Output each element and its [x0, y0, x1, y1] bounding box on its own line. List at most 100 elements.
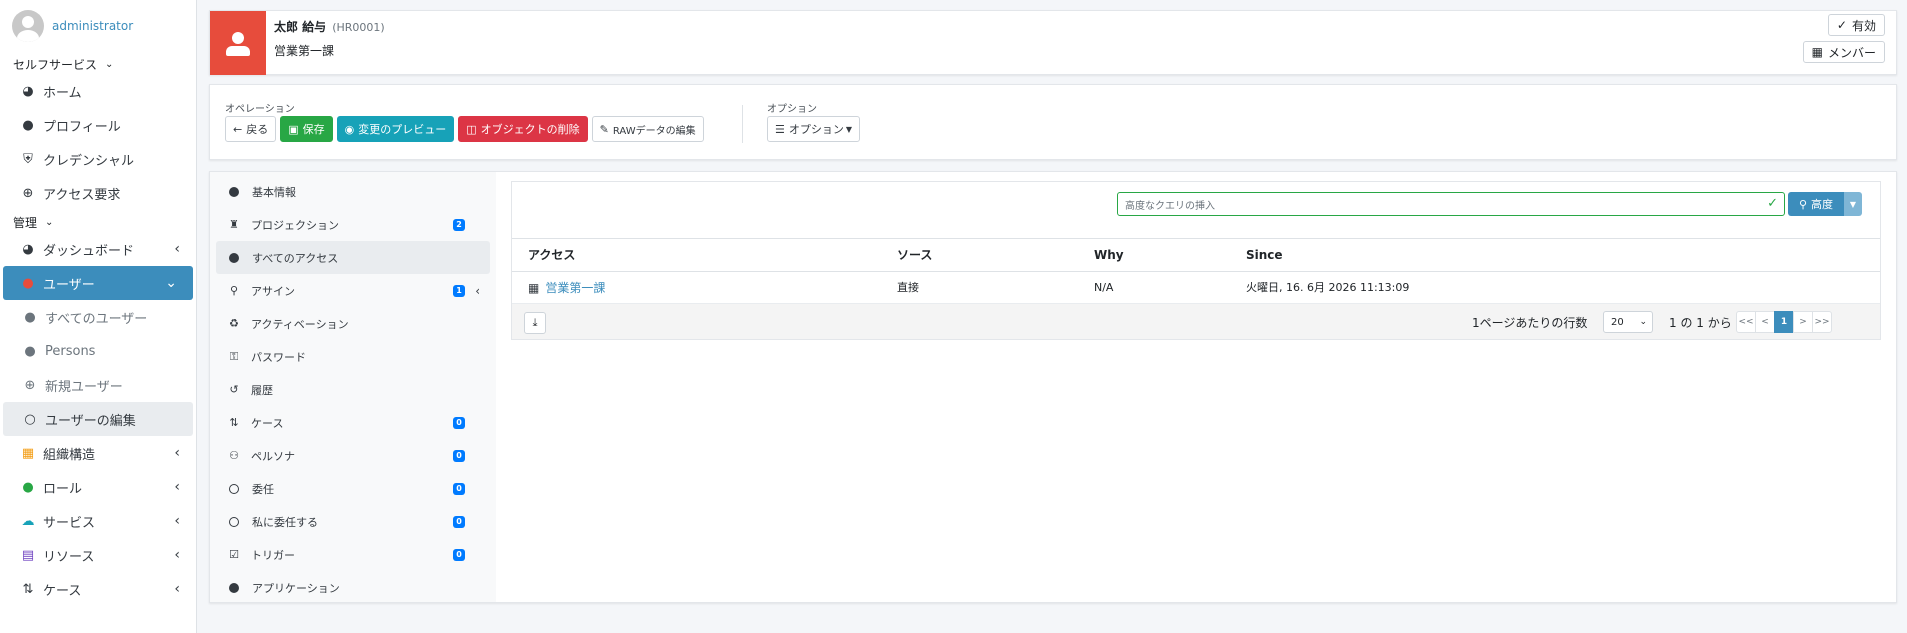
sidebar-item-access-request[interactable]: ⊕ アクセス要求: [0, 176, 196, 210]
plus-circle-icon: ⊕: [22, 185, 34, 201]
count-badge: 2: [453, 218, 465, 231]
save-button[interactable]: ▣ 保存: [280, 116, 333, 142]
page-1-button[interactable]: 1: [1774, 311, 1794, 333]
next-page-button[interactable]: >: [1793, 311, 1813, 333]
sidebar-item-persons[interactable]: ● Persons: [0, 334, 196, 368]
last-page-button[interactable]: >>: [1812, 311, 1832, 333]
nav-header-admin[interactable]: 管理 ⌄: [0, 212, 196, 232]
options-buttons: ☰ オプション ▼: [767, 116, 861, 142]
ring-icon: [229, 483, 239, 494]
search-input[interactable]: 高度なクエリの挿入 ✓: [1117, 192, 1785, 216]
operations-bar: オペレーション ← 戻る ▣ 保存 ◉ 変更のプレビュー ◫ オブジェクトの削除 ✎ RA…: [209, 84, 1897, 160]
column-header-access[interactable]: アクセス: [512, 239, 881, 272]
tab-assignments[interactable]: ⚲ アサイン 1 ‹: [210, 274, 496, 307]
advanced-search-label: 高度: [1811, 198, 1834, 211]
table-footer: ⤓ 1ページあたりの行数 20 ⌄ 1 の 1 から 1 << < 1 > >>: [512, 303, 1880, 339]
sidebar-item-profile[interactable]: ● プロフィール: [0, 108, 196, 142]
since-cell: 火曜日, 16. 6月 2026 11:13:09: [1246, 281, 1410, 295]
tab-all-access[interactable]: すべてのアクセス: [216, 241, 490, 274]
column-header-since[interactable]: Since: [1230, 239, 1880, 272]
access-table: アクセス ソース Why Since ▦ 営業第一課 直接 N/A 火曜日, 16…: [512, 239, 1880, 303]
tab-projections[interactable]: ♜ プロジェクション 2: [210, 208, 496, 241]
tab-password[interactable]: ⚿ パスワード: [210, 340, 496, 373]
table-header-row: アクセス ソース Why Since: [512, 239, 1880, 272]
tab-applications[interactable]: アプリケーション: [210, 571, 496, 604]
rows-per-page-select[interactable]: 20 ⌄: [1603, 311, 1653, 333]
trash-icon: ◫: [466, 122, 477, 136]
tab-personas[interactable]: ⚇ ペルソナ 0: [210, 439, 496, 472]
divider: [742, 105, 743, 143]
edit-icon: ✎: [599, 122, 609, 136]
object-id: (HR0001): [332, 21, 385, 34]
chevron-left-icon: ‹: [174, 581, 180, 597]
tab-triggers[interactable]: ☑ トリガー 0: [210, 538, 496, 571]
chevron-left-icon: ‹: [174, 445, 180, 461]
column-header-source[interactable]: ソース: [881, 239, 1078, 272]
tab-delegations[interactable]: 委任 0: [210, 472, 496, 505]
dashboard-icon: ◕: [22, 241, 34, 257]
sidebar-item-edit-user[interactable]: ○ ユーザーの編集: [3, 402, 193, 436]
rows-per-page-value: 20: [1611, 316, 1624, 328]
advanced-search-button[interactable]: ⚲ 高度: [1788, 192, 1844, 216]
sidebar-item-new-user[interactable]: ⊕ 新規ユーザー: [0, 368, 196, 402]
delete-label: オブジェクトの削除: [480, 123, 580, 136]
save-icon: ▣: [288, 122, 299, 136]
sidebar-item-role[interactable]: ● ロール ‹: [0, 470, 196, 504]
shield-icon: ⛨: [23, 151, 33, 167]
tab-label: ペルソナ: [251, 449, 295, 463]
access-cell[interactable]: ▦ 営業第一課: [512, 271, 881, 303]
tab-label: 委任: [252, 482, 274, 496]
back-button[interactable]: ← 戻る: [225, 116, 277, 142]
sidebar-item-home[interactable]: ◕ ホーム: [0, 74, 196, 108]
prev-page-button[interactable]: <: [1755, 311, 1775, 333]
building-icon: ▦: [21, 445, 35, 461]
sidebar-item-dashboard[interactable]: ◕ ダッシュボード ‹: [0, 232, 196, 266]
nav-header-label: 管理: [13, 215, 38, 230]
sidebar-item-label: アクセス要求: [43, 187, 121, 203]
download-button[interactable]: ⤓: [524, 312, 546, 334]
tab-history[interactable]: ↺ 履歴: [210, 373, 496, 406]
sidebar-item-label: 新規ユーザー: [45, 379, 123, 395]
options-dropdown[interactable]: ☰ オプション ▼: [767, 116, 861, 142]
search-mode-dropdown[interactable]: ▼: [1844, 192, 1862, 216]
object-title: 太郎 給与 (HR0001): [274, 18, 385, 35]
sidebar-item-all-users[interactable]: ● すべてのユーザー: [0, 300, 196, 334]
tab-label: アサイン: [251, 284, 295, 298]
sidebar-item-users[interactable]: ● ユーザー ⌄: [3, 266, 193, 300]
database-icon: ▤: [21, 547, 35, 563]
rows-per-page-label: 1ページあたりの行数: [1472, 316, 1588, 330]
avatar: [12, 10, 44, 42]
first-page-button[interactable]: <<: [1736, 311, 1756, 333]
user-name[interactable]: administrator: [52, 19, 133, 33]
user-icon: ●: [24, 309, 36, 325]
chevron-down-icon: ⌄: [1639, 317, 1647, 327]
search-bar: 高度なクエリの挿入 ✓ ⚲ 高度 ▼: [512, 182, 1880, 239]
building-icon: ▦: [1811, 45, 1823, 59]
search-placeholder: 高度なクエリの挿入: [1125, 200, 1215, 212]
delete-button[interactable]: ◫ オブジェクトの削除: [458, 116, 588, 142]
circle-icon: [229, 582, 239, 593]
status-badge[interactable]: ✓ 有効: [1827, 14, 1885, 36]
preview-button[interactable]: ◉ 変更のプレビュー: [336, 116, 455, 142]
edit-raw-button[interactable]: ✎ RAWデータの編集: [591, 116, 704, 142]
why-cell: N/A: [1094, 280, 1114, 294]
count-badge: 0: [453, 416, 465, 429]
sidebar-item-case[interactable]: ⇅ ケース ‹: [0, 572, 196, 606]
column-header-why[interactable]: Why: [1078, 239, 1230, 272]
sidebar-item-credentials[interactable]: ⛨ クレデンシャル: [0, 142, 196, 176]
access-link[interactable]: 営業第一課: [545, 281, 605, 295]
tab-basic[interactable]: 基本情報: [210, 175, 496, 208]
tab-delegated-to-me[interactable]: 私に委任する 0: [210, 505, 496, 538]
sidebar-item-resource[interactable]: ▤ リソース ‹: [0, 538, 196, 572]
member-badge[interactable]: ▦ メンバー: [1802, 41, 1885, 63]
sidebar-item-service[interactable]: ☁ サービス ‹: [0, 504, 196, 538]
sidebar: administrator セルフサービス ⌄ ◕ ホーム ● プロフィール ⛨…: [0, 0, 197, 633]
tab-activation[interactable]: ♻ アクティベーション: [210, 307, 496, 340]
user-panel[interactable]: administrator: [0, 0, 196, 52]
chevron-left-icon: ‹: [174, 241, 180, 257]
nav-header-selfservice[interactable]: セルフサービス ⌄: [0, 54, 196, 74]
ring-icon: [229, 516, 239, 527]
search-icon: ⚲: [1798, 197, 1808, 211]
sidebar-item-org[interactable]: ▦ 組織構造 ‹: [0, 436, 196, 470]
tab-cases[interactable]: ⇅ ケース 0: [210, 406, 496, 439]
